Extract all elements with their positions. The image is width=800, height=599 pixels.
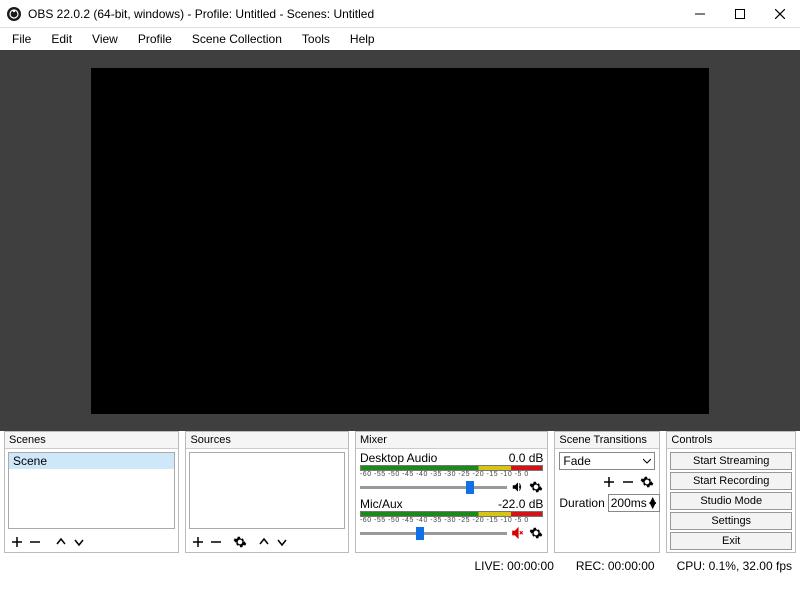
menu-edit[interactable]: Edit bbox=[43, 30, 80, 48]
menu-tools[interactable]: Tools bbox=[294, 30, 338, 48]
menu-help[interactable]: Help bbox=[342, 30, 383, 48]
volume-slider[interactable] bbox=[360, 532, 507, 535]
duration-spinner[interactable]: 200ms ▲▼ bbox=[608, 494, 660, 512]
source-remove-button[interactable] bbox=[208, 534, 224, 550]
settings-button[interactable]: Settings bbox=[670, 512, 792, 530]
sources-dock: Sources bbox=[185, 431, 349, 553]
scene-add-button[interactable] bbox=[9, 534, 25, 550]
speaker-icon[interactable] bbox=[511, 480, 525, 494]
maximize-button[interactable] bbox=[720, 0, 760, 28]
scenes-dock: Scenes Scene bbox=[4, 431, 179, 553]
menu-view[interactable]: View bbox=[84, 30, 126, 48]
scenes-header: Scenes bbox=[5, 432, 178, 449]
source-up-button[interactable] bbox=[256, 534, 272, 550]
channel-db: 0.0 dB bbox=[509, 451, 544, 465]
speaker-muted-icon[interactable] bbox=[511, 526, 525, 540]
meter-ticks: -60 -55 -50 -45 -40 -35 -30 -25 -20 -15 … bbox=[360, 517, 543, 525]
meter-ticks: -60 -55 -50 -45 -40 -35 -30 -25 -20 -15 … bbox=[360, 471, 543, 479]
window-title: OBS 22.0.2 (64-bit, windows) - Profile: … bbox=[28, 7, 680, 21]
start-streaming-button[interactable]: Start Streaming bbox=[670, 452, 792, 470]
mixer-dock: Mixer Desktop Audio 0.0 dB -60 -55 -50 -4… bbox=[355, 431, 548, 553]
sources-list[interactable] bbox=[189, 452, 345, 529]
audio-meter bbox=[360, 465, 543, 471]
scenes-list[interactable]: Scene bbox=[8, 452, 175, 529]
spinner-down-icon[interactable]: ▼ bbox=[647, 503, 659, 508]
transition-settings-button[interactable] bbox=[639, 474, 655, 490]
transition-dropdown[interactable]: Fade bbox=[559, 452, 655, 470]
channel-settings-icon[interactable] bbox=[529, 526, 543, 540]
close-button[interactable] bbox=[760, 0, 800, 28]
menu-scene-collection[interactable]: Scene Collection bbox=[184, 30, 290, 48]
scene-item[interactable]: Scene bbox=[9, 453, 174, 469]
scene-up-button[interactable] bbox=[53, 534, 69, 550]
scene-down-button[interactable] bbox=[71, 534, 87, 550]
volume-slider[interactable] bbox=[360, 486, 507, 489]
minimize-button[interactable] bbox=[680, 0, 720, 28]
channel-name: Desktop Audio bbox=[360, 451, 437, 465]
exit-button[interactable]: Exit bbox=[670, 532, 792, 550]
status-cpu: CPU: 0.1%, 32.00 fps bbox=[677, 559, 792, 573]
channel-db: -22.0 dB bbox=[498, 497, 543, 511]
mixer-channel-mic: Mic/Aux -22.0 dB -60 -55 -50 -45 -40 -35 … bbox=[360, 497, 543, 541]
mixer-channel-desktop: Desktop Audio 0.0 dB -60 -55 -50 -45 -40 … bbox=[360, 451, 543, 495]
transitions-dock: Scene Transitions Fade Duration 200ms ▲▼ bbox=[554, 431, 660, 553]
controls-header: Controls bbox=[667, 432, 795, 449]
obs-logo-icon bbox=[6, 6, 22, 22]
studio-mode-button[interactable]: Studio Mode bbox=[670, 492, 792, 510]
sources-header: Sources bbox=[186, 432, 348, 449]
transition-selected: Fade bbox=[563, 454, 590, 468]
channel-settings-icon[interactable] bbox=[529, 480, 543, 494]
source-down-button[interactable] bbox=[274, 534, 290, 550]
source-settings-button[interactable] bbox=[232, 534, 248, 550]
duration-value: 200ms bbox=[611, 496, 647, 510]
transitions-header: Scene Transitions bbox=[555, 432, 659, 449]
menu-file[interactable]: File bbox=[4, 30, 39, 48]
status-live: LIVE: 00:00:00 bbox=[474, 559, 553, 573]
titlebar: OBS 22.0.2 (64-bit, windows) - Profile: … bbox=[0, 0, 800, 28]
chevron-down-icon bbox=[643, 457, 651, 465]
preview-area bbox=[0, 50, 800, 431]
channel-name: Mic/Aux bbox=[360, 497, 403, 511]
statusbar: LIVE: 00:00:00 REC: 00:00:00 CPU: 0.1%, … bbox=[0, 557, 800, 575]
mixer-header: Mixer bbox=[356, 432, 547, 449]
status-rec: REC: 00:00:00 bbox=[576, 559, 655, 573]
preview-canvas[interactable] bbox=[91, 68, 709, 414]
audio-meter bbox=[360, 511, 543, 517]
source-add-button[interactable] bbox=[190, 534, 206, 550]
transition-remove-button[interactable] bbox=[620, 474, 636, 490]
transition-add-button[interactable] bbox=[601, 474, 617, 490]
scene-remove-button[interactable] bbox=[27, 534, 43, 550]
controls-dock: Controls Start Streaming Start Recording… bbox=[666, 431, 796, 553]
menubar: File Edit View Profile Scene Collection … bbox=[0, 28, 800, 50]
duration-label: Duration bbox=[559, 496, 604, 510]
start-recording-button[interactable]: Start Recording bbox=[670, 472, 792, 490]
menu-profile[interactable]: Profile bbox=[130, 30, 180, 48]
